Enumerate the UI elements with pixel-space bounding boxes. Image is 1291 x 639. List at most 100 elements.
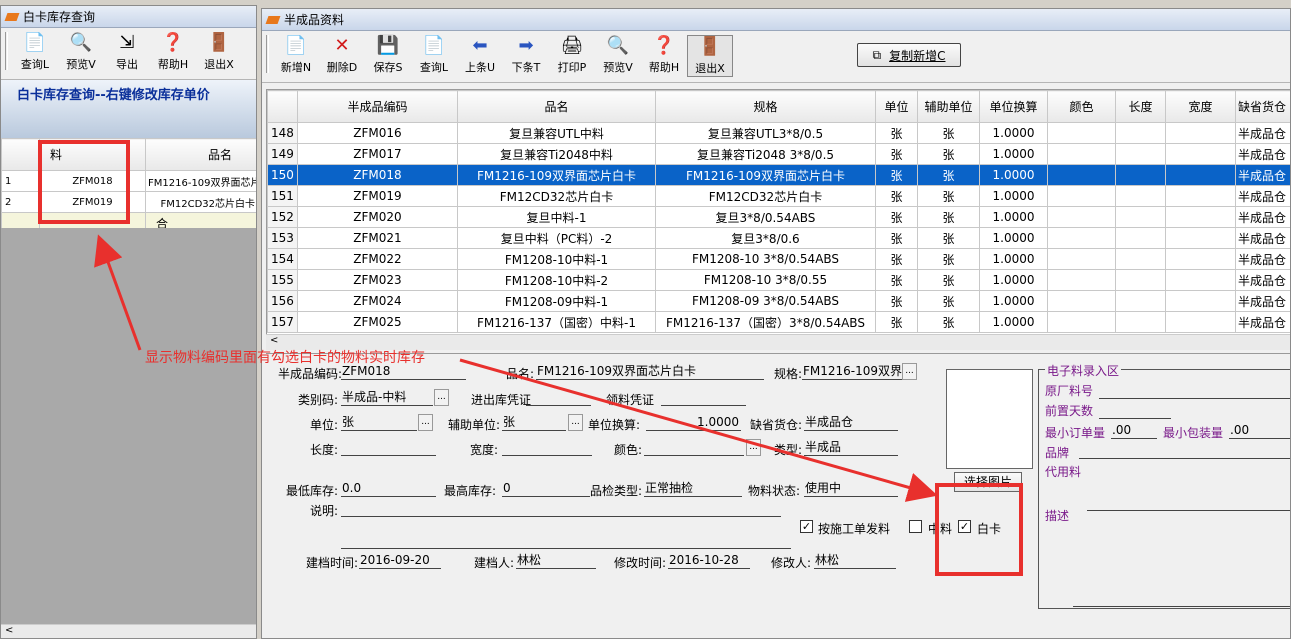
col-code-header[interactable]: 料: [39, 138, 146, 171]
cell-spec[interactable]: FM1208-10 3*8/0.55: [655, 269, 876, 291]
cell-name[interactable]: 复旦中料（PC料）-2: [457, 227, 656, 249]
col-aux-header[interactable]: 辅助单位: [917, 90, 980, 123]
spec-ellipsis-button[interactable]: ...: [902, 363, 917, 380]
copy-new-button[interactable]: ⧉ 复制新增C: [857, 43, 961, 67]
table-row[interactable]: 149 ZFM017 复旦兼容Ti2048中料 复旦兼容Ti2048 3*8/0.5 张…: [267, 143, 1290, 165]
cell-warehouse[interactable]: 半成品仓: [1235, 206, 1290, 228]
cell-unit[interactable]: 张: [875, 164, 918, 186]
col-conv-header[interactable]: 单位换算: [979, 90, 1048, 123]
save-button[interactable]: 💾 保存S: [365, 35, 411, 77]
next-button[interactable]: ➡ 下条T: [503, 35, 549, 77]
cell-unit[interactable]: 张: [875, 290, 918, 312]
color-ellipsis-button[interactable]: ...: [746, 439, 761, 456]
cell-aux-unit[interactable]: 张: [917, 206, 980, 228]
cell-warehouse[interactable]: 半成品仓: [1235, 248, 1290, 270]
cell-name[interactable]: 复旦兼容Ti2048中料: [457, 143, 656, 165]
cell-width[interactable]: [1165, 248, 1236, 270]
cell-aux-unit[interactable]: 张: [917, 311, 980, 333]
cell-aux-unit[interactable]: 张: [917, 290, 980, 312]
brand-field[interactable]: [1079, 442, 1290, 459]
cell-length[interactable]: [1115, 122, 1166, 144]
cell-unit[interactable]: 张: [875, 227, 918, 249]
cell-unit[interactable]: 张: [875, 269, 918, 291]
cell-spec[interactable]: 复旦3*8/0.54ABS: [655, 206, 876, 228]
cell-width[interactable]: [1165, 206, 1236, 228]
cell-color[interactable]: [1047, 206, 1116, 228]
creator-field[interactable]: 林松: [516, 552, 596, 569]
cell-code[interactable]: ZFM018: [297, 164, 458, 186]
cell-spec[interactable]: FM12CD32芯片白卡: [655, 185, 876, 207]
cell-warehouse[interactable]: 半成品仓: [1235, 227, 1290, 249]
col-spec-header[interactable]: 规格: [655, 90, 876, 123]
cell-spec[interactable]: 复旦3*8/0.6: [655, 227, 876, 249]
table-row[interactable]: 156 ZFM024 FM1208-09中料-1 FM1208-09 3*8/0.54…: [267, 290, 1290, 312]
new-button[interactable]: 📄 新增N: [273, 35, 319, 77]
left-help-button[interactable]: ❓ 帮助H: [150, 32, 196, 74]
cell-conv[interactable]: 1.0000: [979, 290, 1048, 312]
cell-conv[interactable]: 1.0000: [979, 248, 1048, 270]
cell-warehouse[interactable]: 半成品仓: [1235, 290, 1290, 312]
col-warehouse-header[interactable]: 缺省货仓: [1235, 90, 1290, 123]
table-row[interactable]: 155 ZFM023 FM1208-10中料-2 FM1208-10 3*8/0.55…: [267, 269, 1290, 291]
cell-spec[interactable]: FM1208-09 3*8/0.54ABS: [655, 290, 876, 312]
cell-code[interactable]: ZFM023: [297, 269, 458, 291]
color-field[interactable]: [644, 439, 744, 456]
modifier-field[interactable]: 林松: [814, 552, 896, 569]
table-row[interactable]: 154 ZFM022 FM1208-10中料-1 FM1208-10 3*8/0.54…: [267, 248, 1290, 270]
cell-spec[interactable]: FM1208-10 3*8/0.54ABS: [655, 248, 876, 270]
left-query-button[interactable]: 📄 查询L: [12, 32, 58, 74]
cell-width[interactable]: [1165, 143, 1236, 165]
table-row[interactable]: 1 ZFM018 FM1216-109双界面芯片: [1, 170, 256, 192]
cell-color[interactable]: [1047, 143, 1116, 165]
cell-code[interactable]: ZFM019: [297, 185, 458, 207]
help-button[interactable]: ❓ 帮助H: [641, 35, 687, 77]
cell-name[interactable]: 复旦兼容UTL中料: [457, 122, 656, 144]
delete-button[interactable]: ✕ 删除D: [319, 35, 365, 77]
left-exit-button[interactable]: 🚪 退出X: [196, 32, 242, 74]
toolbar-grip[interactable]: [5, 32, 8, 70]
cell-name[interactable]: FM1216-109双界面芯片白卡: [457, 164, 656, 186]
cell-length[interactable]: [1115, 248, 1166, 270]
category-ellipsis-button[interactable]: ...: [434, 389, 449, 406]
substitute-field[interactable]: [1087, 494, 1290, 511]
cell-code[interactable]: ZFM025: [297, 311, 458, 333]
cell-spec[interactable]: FM1216-109双界面芯片白卡: [655, 164, 876, 186]
col-code-header[interactable]: 半成品编码: [297, 90, 458, 123]
prev-button[interactable]: ⬅ 上条U: [457, 35, 503, 77]
qc-type-field[interactable]: 正常抽检: [644, 480, 742, 497]
cell-spec[interactable]: 复旦兼容UTL3*8/0.5: [655, 122, 876, 144]
description-field-line2[interactable]: [341, 532, 791, 549]
cell-color[interactable]: [1047, 185, 1116, 207]
cell-length[interactable]: [1115, 185, 1166, 207]
aux-unit-field[interactable]: 张: [502, 414, 566, 431]
desc-field[interactable]: [1073, 590, 1290, 607]
cell-aux-unit[interactable]: 张: [917, 248, 980, 270]
cell-spec[interactable]: 复旦兼容Ti2048 3*8/0.5: [655, 143, 876, 165]
description-field[interactable]: [341, 500, 781, 517]
col-unit-header[interactable]: 单位: [875, 90, 918, 123]
cell-spec[interactable]: FM1216-137（国密）3*8/0.54ABS: [655, 311, 876, 333]
conv-field[interactable]: 1.0000: [646, 414, 741, 431]
moq-field[interactable]: .00: [1111, 422, 1157, 439]
name-field[interactable]: FM1216-109双界面芯片白卡: [536, 363, 764, 380]
cell-code[interactable]: ZFM024: [297, 290, 458, 312]
cell-warehouse[interactable]: 半成品仓: [1235, 185, 1290, 207]
status-field[interactable]: 使用中: [804, 480, 898, 497]
table-row[interactable]: 153 ZFM021 复旦中料（PC料）-2 复旦3*8/0.6 张张 1.0000 半成品…: [267, 227, 1290, 249]
cell-width[interactable]: [1165, 227, 1236, 249]
cell-code[interactable]: ZFM020: [297, 206, 458, 228]
cell-warehouse[interactable]: 半成品仓: [1235, 122, 1290, 144]
cell-length[interactable]: [1115, 143, 1166, 165]
category-field[interactable]: 半成品-中料: [341, 389, 433, 406]
cell-color[interactable]: [1047, 311, 1116, 333]
cell-length[interactable]: [1115, 206, 1166, 228]
cell-aux-unit[interactable]: 张: [917, 122, 980, 144]
cell-color[interactable]: [1047, 227, 1116, 249]
type-field[interactable]: 半成品: [804, 439, 898, 456]
select-image-button[interactable]: 选择图片: [954, 472, 1022, 492]
table-row[interactable]: 152 ZFM020 复旦中料-1 复旦3*8/0.54ABS 张张 1.0000 半成品仓: [267, 206, 1290, 228]
table-row[interactable]: 148 ZFM016 复旦兼容UTL中料 复旦兼容UTL3*8/0.5 张张 1.0000…: [267, 122, 1290, 144]
table-row[interactable]: 2 ZFM019 FM12CD32芯片白卡: [1, 191, 256, 213]
cell-code[interactable]: ZFM021: [297, 227, 458, 249]
left-preview-button[interactable]: 🔍 预览V: [58, 32, 104, 74]
